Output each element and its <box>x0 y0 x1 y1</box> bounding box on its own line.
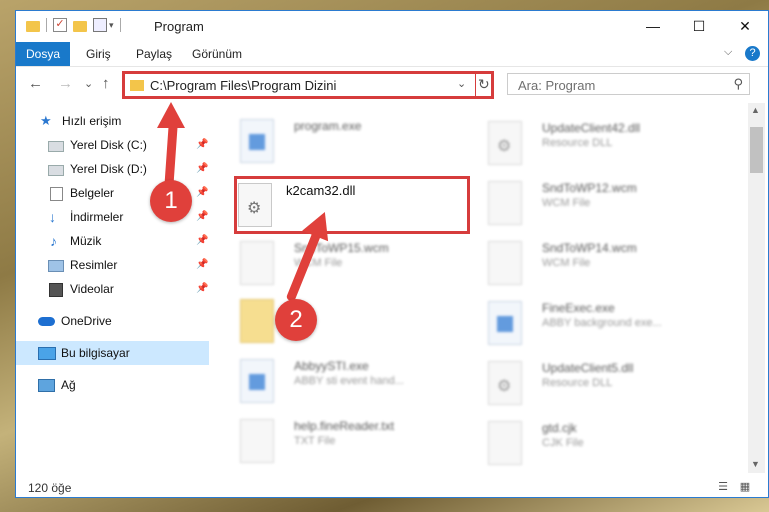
text-file-icon <box>240 419 274 463</box>
file-icon <box>240 241 274 285</box>
scroll-down-icon[interactable]: ▼ <box>751 459 760 469</box>
back-arrow-icon[interactable]: ← <box>28 75 43 92</box>
address-path[interactable]: C:\Program Files\Program Dizini <box>150 78 336 93</box>
pin-icon[interactable]: 📌 <box>196 229 208 253</box>
documents-icon <box>50 187 63 201</box>
annotation-badge-2: 2 <box>275 299 317 341</box>
search-icon[interactable]: ⚲ <box>733 76 743 92</box>
annotation-arrowhead-1 <box>157 102 185 128</box>
cloud-icon <box>38 317 55 326</box>
list-item[interactable]: .. <box>238 295 478 351</box>
videos-icon <box>49 283 63 297</box>
folder-icon <box>130 80 144 91</box>
sidebar-item-this-pc[interactable]: Bu bilgisayar <box>16 341 209 365</box>
list-item[interactable]: SndToWP14.wcm WCM File <box>486 237 726 293</box>
tab-view[interactable]: Görünüm <box>192 42 242 66</box>
vertical-scrollbar[interactable]: ▲ ▼ <box>748 103 765 473</box>
sidebar-item-pictures[interactable]: Resimler 📌 <box>16 253 209 277</box>
exe-file-icon <box>488 301 522 345</box>
download-icon: ↓ <box>49 209 56 225</box>
annotation-badge-1: 1 <box>150 180 192 222</box>
list-item[interactable]: program.exe <box>238 115 478 171</box>
folder-icon <box>26 20 40 32</box>
list-item[interactable]: SndToWP12.wcm WCM File <box>486 177 726 233</box>
star-icon: ★ <box>40 113 52 128</box>
pictures-icon <box>48 260 64 272</box>
item-count: 120 öğe <box>28 481 72 495</box>
file-icon <box>488 421 522 465</box>
title-bar: ✓ ▾ Program — ☐ ✕ <box>16 11 768 42</box>
quick-access-toolbar: ✓ ▾ <box>26 18 127 32</box>
search-box[interactable]: ⚲ <box>507 73 750 95</box>
sidebar-item-local-disk-d[interactable]: Yerel Disk (D:) 📌 <box>16 157 209 181</box>
up-arrow-icon[interactable]: ↑ <box>102 75 110 92</box>
file-icon <box>488 241 522 285</box>
music-icon: ♪ <box>50 233 57 249</box>
sidebar-item-music[interactable]: ♪ Müzik 📌 <box>16 229 209 253</box>
sidebar-item-local-disk-c[interactable]: Yerel Disk (C:) 📌 <box>16 133 209 157</box>
list-item[interactable]: UpdateClient42.dll Resource DLL <box>486 117 726 173</box>
pin-icon[interactable]: 📌 <box>196 133 208 157</box>
exe-file-icon <box>240 359 274 403</box>
list-item[interactable]: SndToWP15.wcm WCM File <box>238 237 478 293</box>
sidebar-item-onedrive[interactable]: OneDrive <box>16 309 209 333</box>
exe-file-icon <box>240 119 274 163</box>
search-input[interactable] <box>516 75 730 95</box>
ribbon-collapse-icon[interactable]: ⌵ <box>724 46 732 59</box>
list-item[interactable]: help.fineReader.txt TXT File <box>238 415 478 471</box>
separator <box>119 18 121 32</box>
dll-file-icon <box>238 183 272 227</box>
pin-icon[interactable]: 📌 <box>196 205 208 229</box>
pin-icon[interactable]: 📌 <box>196 253 208 277</box>
separator <box>46 18 47 32</box>
minimize-button[interactable]: — <box>630 11 676 42</box>
refresh-icon[interactable]: ↻ <box>478 76 490 93</box>
list-item[interactable]: gtd.cjk CJK File <box>486 417 726 473</box>
folder-icon <box>240 299 274 343</box>
separator <box>475 74 476 96</box>
tab-share[interactable]: Paylaş <box>136 42 172 66</box>
recent-locations-icon[interactable]: ⌄ <box>84 77 93 90</box>
address-row: ← → ⌄ ↑ C:\Program Files\Program Dizini … <box>16 66 768 103</box>
window-title: Program <box>154 19 204 34</box>
scroll-up-icon[interactable]: ▲ <box>751 105 760 115</box>
address-dropdown-icon[interactable]: ⌄ <box>457 77 466 90</box>
navigation-pane: ★ Hızlı erişim Yerel Disk (C:) 📌 Yerel D… <box>16 103 211 473</box>
dll-file-icon <box>488 361 522 405</box>
customize-dropdown-icon[interactable]: ▾ <box>109 20 114 31</box>
address-bar[interactable]: C:\Program Files\Program Dizini ⌄ ↻ <box>122 71 494 99</box>
file-icon <box>488 181 522 225</box>
scroll-thumb[interactable] <box>750 127 763 173</box>
new-folder-icon[interactable] <box>73 20 87 32</box>
dll-file-icon <box>488 121 522 165</box>
ribbon: Dosya Giriş Paylaş Görünüm ⌵ ? <box>16 42 768 66</box>
drive-icon <box>48 141 64 152</box>
sidebar-item-network[interactable]: Ağ <box>16 373 209 397</box>
explorer-window: ✓ ▾ Program — ☐ ✕ Dosya Giriş Paylaş Gör… <box>15 10 769 498</box>
details-view-icon[interactable]: ☰ <box>716 480 730 494</box>
computer-icon <box>38 347 56 360</box>
list-item[interactable]: FineExec.exe ABBY background exe... <box>486 297 726 353</box>
list-item[interactable]: AbbyySTI.exe ABBY sti event hand... <box>238 355 478 411</box>
help-icon[interactable]: ? <box>745 46 760 61</box>
list-item[interactable]: UpdateClient5.dll Resource DLL <box>486 357 726 413</box>
drive-icon <box>48 165 64 176</box>
forward-arrow-icon[interactable]: → <box>58 75 73 92</box>
tab-home[interactable]: Giriş <box>86 42 111 66</box>
network-icon <box>38 379 55 392</box>
pin-icon[interactable]: 📌 <box>196 277 208 301</box>
highlighted-file-name: k2cam32.dll <box>286 183 356 198</box>
tab-file[interactable]: Dosya <box>16 42 70 66</box>
status-bar: 120 öğe ☰ ▦ <box>16 477 768 497</box>
maximize-button[interactable]: ☐ <box>676 11 722 42</box>
close-button[interactable]: ✕ <box>722 11 768 42</box>
pin-icon[interactable]: 📌 <box>196 157 208 181</box>
pin-icon[interactable]: 📌 <box>196 181 208 205</box>
sidebar-item-videos[interactable]: Videolar 📌 <box>16 277 209 301</box>
large-icons-view-icon[interactable]: ▦ <box>738 480 752 494</box>
properties-check-icon[interactable]: ✓ <box>53 18 67 32</box>
view-toggle-icon[interactable] <box>93 18 107 32</box>
